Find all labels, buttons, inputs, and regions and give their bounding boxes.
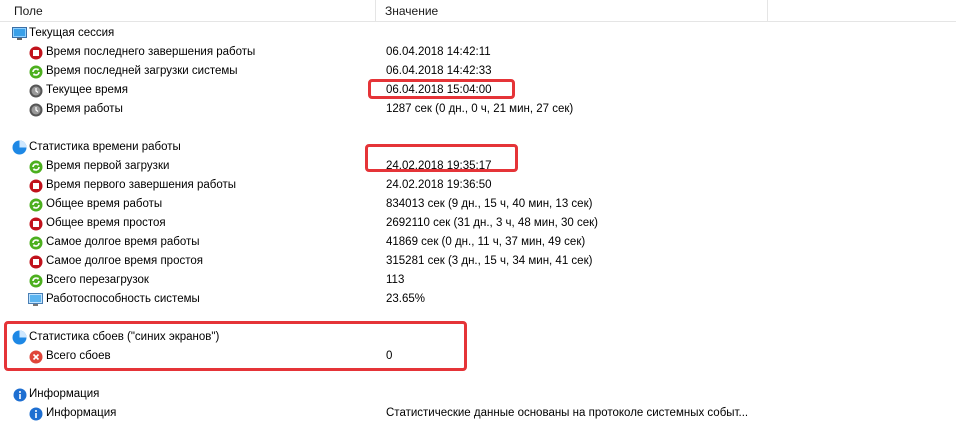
monitor-icon [28,292,43,307]
error-icon [28,349,43,364]
list-header: Поле Значение [0,0,956,22]
list-item[interactable]: Всего перезагрузок 113 [0,271,956,290]
item-value: 24.02.2018 19:35:17 [386,160,492,172]
item-label: Информация [46,407,117,419]
refresh-icon [28,159,43,174]
column-header-field[interactable]: Поле [0,0,376,22]
group-title: Текущая сессия [29,27,115,39]
stop-icon [28,216,43,231]
stop-icon [28,45,43,60]
item-value: 06.04.2018 14:42:11 [386,46,491,58]
group-crash-statistics[interactable]: Статистика сбоев ("синих экранов") [0,328,956,347]
group-title: Статистика сбоев ("синих экранов") [29,331,220,343]
list-item[interactable]: Всего сбоев 0 [0,347,956,366]
item-label: Самое долгое время работы [46,236,200,248]
info-icon [12,387,27,402]
item-label: Время работы [46,103,123,115]
info-icon [28,406,43,421]
item-value: 06.04.2018 15:04:00 [386,84,492,96]
pie-chart-icon [12,330,27,345]
item-value: 41869 сек (0 дн., 11 ч, 37 мин, 49 сек) [386,236,586,248]
item-label: Работоспособность системы [46,293,200,305]
item-label: Время первого завершения работы [46,179,237,191]
item-label: Общее время работы [46,198,163,210]
list-item[interactable]: Время последнего завершения работы 06.04… [0,43,956,62]
list-item[interactable]: Информация Статистические данные основан… [0,404,956,423]
group-uptime-statistics[interactable]: Статистика времени работы [0,138,956,157]
item-value: 2692110 сек (31 дн., 3 ч, 48 мин, 30 сек… [386,217,598,229]
monitor-session-icon [12,26,27,41]
item-label: Время первой загрузки [46,160,170,172]
refresh-icon [28,64,43,79]
list-item[interactable]: Время последней загрузки системы 06.04.2… [0,62,956,81]
stop-icon [28,254,43,269]
list-item[interactable]: Работоспособность системы 23.65% [0,290,956,309]
column-header-value[interactable]: Значение [376,0,768,22]
list-item[interactable]: Общее время работы 834013 сек (9 дн., 15… [0,195,956,214]
item-label: Время последнего завершения работы [46,46,256,58]
group-current-session[interactable]: Текущая сессия [0,24,956,43]
refresh-icon [28,235,43,250]
list-item[interactable]: Общее время простоя 2692110 сек (31 дн.,… [0,214,956,233]
group-title: Информация [29,388,100,400]
pie-chart-icon [12,140,27,155]
group-information[interactable]: Информация [0,385,956,404]
stop-icon [28,178,43,193]
item-value: 24.02.2018 19:36:50 [386,179,492,191]
item-value: 315281 сек (3 дн., 15 ч, 34 мин, 41 сек) [386,255,593,267]
refresh-icon [28,273,43,288]
group-title: Статистика времени работы [29,141,181,153]
item-value: 834013 сек (9 дн., 15 ч, 40 мин, 13 сек) [386,198,593,210]
clock-icon [28,83,43,98]
item-label: Всего перезагрузок [46,274,149,286]
list-item[interactable]: Время первого завершения работы 24.02.20… [0,176,956,195]
item-value: 06.04.2018 14:42:33 [386,65,492,77]
item-label: Всего сбоев [46,350,111,362]
item-value: 1287 сек (0 дн., 0 ч, 21 мин, 27 сек) [386,103,574,115]
item-label: Самое долгое время простоя [46,255,203,267]
list-item[interactable]: Самое долгое время простоя 315281 сек (3… [0,252,956,271]
item-label: Время последней загрузки системы [46,65,238,77]
item-value: 0 [386,350,393,362]
item-value: Статистические данные основаны на проток… [386,407,749,419]
item-value: 113 [386,274,405,286]
refresh-icon [28,197,43,212]
item-value: 23.65% [386,293,426,305]
list-item[interactable]: Самое долгое время работы 41869 сек (0 д… [0,233,956,252]
item-label: Текущее время [46,84,129,96]
clock-icon [28,102,43,117]
list-item[interactable]: Время первой загрузки 24.02.2018 19:35:1… [0,157,956,176]
item-label: Общее время простоя [46,217,166,229]
list-item[interactable]: Время работы 1287 сек (0 дн., 0 ч, 21 ми… [0,100,956,119]
list-item[interactable]: Текущее время 06.04.2018 15:04:00 [0,81,956,100]
